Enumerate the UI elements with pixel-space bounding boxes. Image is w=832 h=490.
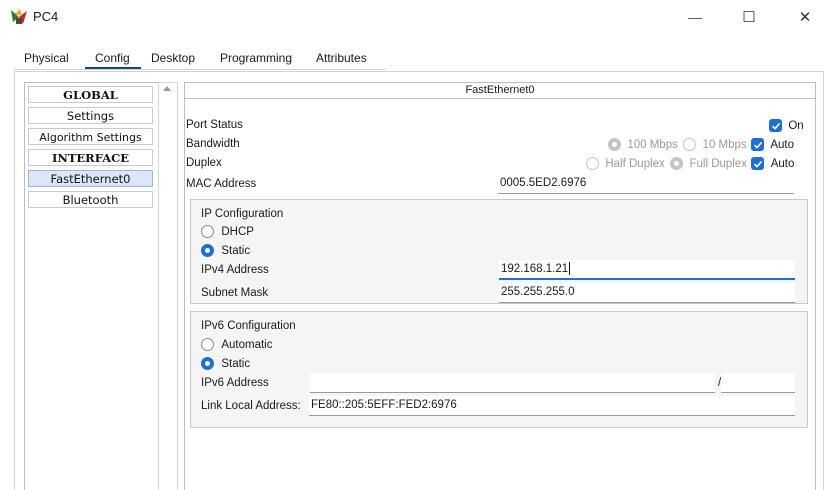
tab-divider bbox=[14, 69, 386, 70]
ipv6-configuration-group: IPv6 Configuration Automatic Static IPv6… bbox=[190, 311, 808, 428]
ipv6-automatic-option[interactable]: Automatic bbox=[201, 337, 273, 352]
bandwidth-auto-checkbox[interactable] bbox=[751, 138, 764, 152]
ipv4-address-field[interactable]: 192.168.1.21 bbox=[499, 260, 795, 280]
packet-tracer-pc-icon bbox=[11, 9, 27, 24]
sidebar-item-settings[interactable]: Settings bbox=[28, 107, 153, 124]
mac-address-label: MAC Address bbox=[186, 178, 257, 190]
duplex-label: Duplex bbox=[186, 157, 222, 169]
title-bar: PC4 — ☐ ✕ bbox=[0, 0, 832, 34]
sidebar: GLOBAL Settings Algorithm Settings INTER… bbox=[24, 82, 159, 490]
link-local-address-label: Link Local Address: bbox=[201, 400, 301, 412]
sidebar-item-algorithm-settings[interactable]: Algorithm Settings bbox=[28, 128, 153, 145]
minimize-button[interactable]: — bbox=[672, 0, 718, 34]
sidebar-header-global: GLOBAL bbox=[28, 86, 153, 103]
dhcp-radio[interactable] bbox=[201, 225, 214, 239]
maximize-button[interactable]: ☐ bbox=[726, 0, 772, 34]
mac-address-field[interactable]: 0005.5ED2.6976 bbox=[498, 174, 794, 194]
static-label: Static bbox=[221, 245, 251, 257]
ipv4-address-value: 192.168.1.21 bbox=[501, 263, 569, 275]
ipv6-static-label: Static bbox=[221, 358, 251, 370]
subnet-mask-label: Subnet Mask bbox=[201, 287, 269, 299]
duplex-full-radio[interactable] bbox=[670, 157, 684, 171]
ipv6-static-option[interactable]: Static bbox=[201, 356, 251, 371]
port-status-on-label: On bbox=[788, 120, 804, 132]
bandwidth-label: Bandwidth bbox=[186, 138, 240, 150]
dhcp-label: DHCP bbox=[221, 226, 254, 238]
tab-programming[interactable]: Programming bbox=[214, 46, 298, 70]
duplex-auto-checkbox[interactable] bbox=[751, 157, 765, 171]
bandwidth-100-label: 100 Mbps bbox=[627, 139, 678, 151]
duplex-full-label: Full Duplex bbox=[689, 158, 748, 170]
static-option[interactable]: Static bbox=[201, 243, 251, 258]
bandwidth-10-label: 10 Mbps bbox=[702, 139, 747, 151]
ip-configuration-title: IP Configuration bbox=[201, 208, 284, 220]
panel-header: FastEthernet0 bbox=[185, 83, 815, 99]
sidebar-item-fastethernet0[interactable]: FastEthernet0 bbox=[28, 170, 153, 187]
text-cursor bbox=[569, 262, 571, 276]
duplex-auto-label: Auto bbox=[770, 158, 795, 170]
port-status-label: Port Status bbox=[186, 119, 243, 131]
dhcp-option[interactable]: DHCP bbox=[201, 224, 254, 239]
sidebar-scrollbar[interactable] bbox=[158, 82, 178, 490]
duplex-options: Half Duplex Full Duplex Auto bbox=[586, 156, 795, 171]
close-button[interactable]: ✕ bbox=[782, 0, 828, 34]
ipv4-address-label: IPv4 Address bbox=[201, 264, 269, 276]
ipv6-automatic-radio[interactable] bbox=[201, 338, 214, 352]
tab-bar: Physical Config Desktop Programming Attr… bbox=[14, 46, 822, 70]
window-title: PC4 bbox=[33, 9, 59, 24]
ip-configuration-group: IP Configuration DHCP Static IPv4 Addres… bbox=[190, 199, 808, 304]
tab-attributes[interactable]: Attributes bbox=[310, 46, 373, 70]
ipv6-static-radio[interactable] bbox=[201, 357, 214, 371]
interface-panel: FastEthernet0 Port Status On Bandwidth 1… bbox=[184, 82, 816, 490]
sidebar-header-interface: INTERFACE bbox=[28, 149, 153, 166]
port-status-on-checkbox[interactable]: On bbox=[769, 118, 804, 133]
link-local-address-field[interactable]: FE80::205:5EFF:FED2:6976 bbox=[309, 396, 795, 416]
sidebar-item-bluetooth[interactable]: Bluetooth bbox=[28, 191, 153, 208]
static-radio[interactable] bbox=[201, 244, 214, 258]
ipv6-prefix-field[interactable] bbox=[721, 373, 795, 393]
tab-desktop[interactable]: Desktop bbox=[145, 46, 201, 70]
ipv6-address-label: IPv6 Address bbox=[201, 377, 269, 389]
subnet-mask-field[interactable]: 255.255.255.0 bbox=[499, 283, 795, 303]
bandwidth-options: 100 Mbps 10 Mbps Auto bbox=[608, 137, 795, 152]
bandwidth-auto-label: Auto bbox=[770, 139, 795, 151]
tab-physical[interactable]: Physical bbox=[18, 46, 75, 70]
scroll-up-arrow-icon[interactable] bbox=[163, 86, 171, 91]
ipv6-configuration-title: IPv6 Configuration bbox=[201, 320, 296, 332]
duplex-half-radio[interactable] bbox=[586, 157, 599, 171]
ipv6-automatic-label: Automatic bbox=[221, 339, 273, 351]
bandwidth-10-radio[interactable] bbox=[683, 138, 697, 152]
duplex-half-label: Half Duplex bbox=[605, 158, 665, 170]
bandwidth-100-radio[interactable] bbox=[608, 138, 621, 152]
ipv6-address-field[interactable] bbox=[310, 373, 715, 393]
checkbox-checked-icon bbox=[769, 119, 782, 133]
